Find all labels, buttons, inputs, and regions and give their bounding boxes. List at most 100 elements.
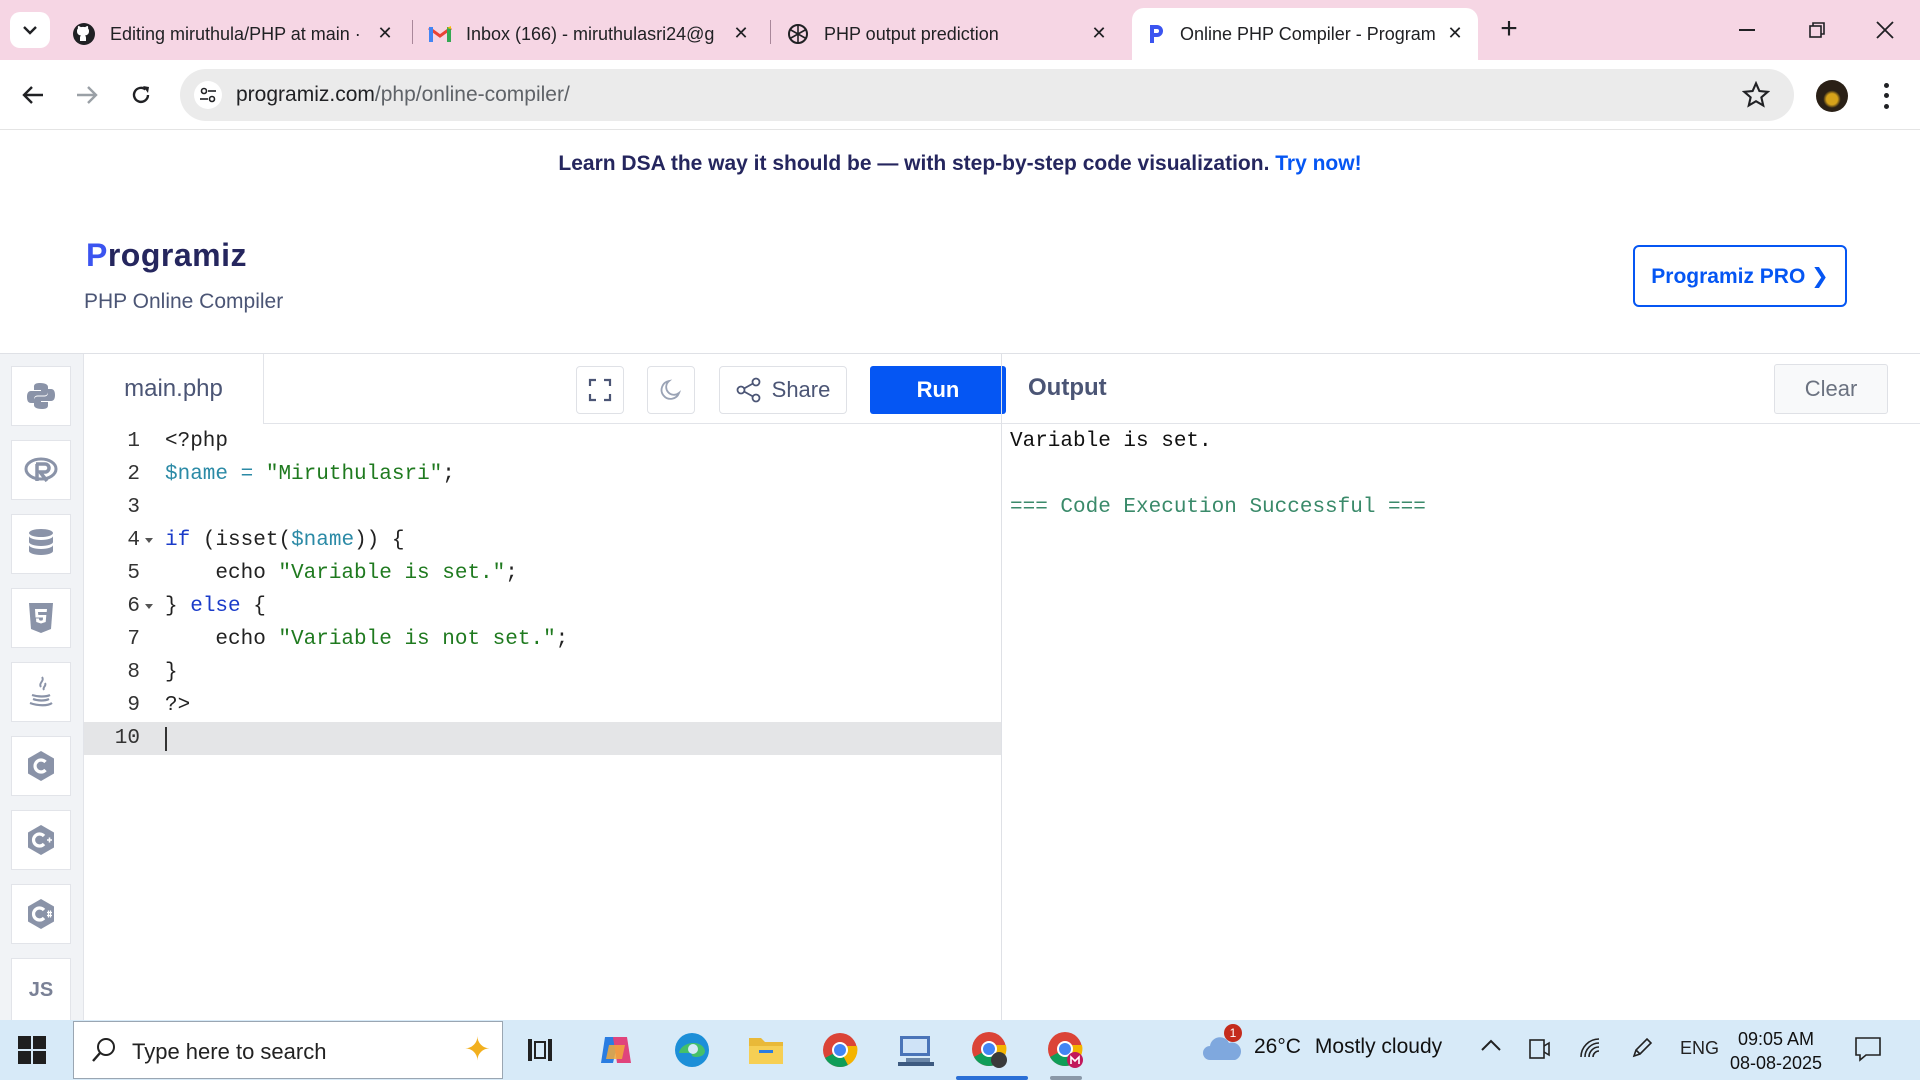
fold-arrow-icon[interactable] bbox=[145, 604, 153, 609]
javascript-icon: JS bbox=[28, 978, 54, 1001]
gmail-icon bbox=[428, 26, 452, 42]
system-clock[interactable]: 09:05 AM 08-08-2025 bbox=[1722, 1027, 1830, 1075]
profile-avatar[interactable] bbox=[1816, 80, 1848, 112]
html5-icon bbox=[29, 603, 53, 633]
c-icon bbox=[28, 751, 54, 781]
html-language-button[interactable] bbox=[11, 588, 71, 648]
file-explorer-button[interactable] bbox=[744, 1028, 788, 1072]
run-button[interactable]: Run bbox=[870, 366, 1006, 414]
database-icon bbox=[29, 529, 53, 555]
code-line: 9 ?> bbox=[84, 689, 1002, 722]
chrome-profile-m-button[interactable] bbox=[1044, 1028, 1088, 1072]
close-tab-icon[interactable]: ✕ bbox=[1088, 22, 1110, 44]
url-text[interactable]: programiz.com/php/online-compiler/ bbox=[236, 83, 570, 107]
taskbar-search[interactable]: Type here to search ✦ bbox=[73, 1021, 503, 1079]
share-icon bbox=[736, 377, 761, 403]
tab-title: Online PHP Compiler - Program bbox=[1180, 23, 1436, 44]
open-app-indicator bbox=[1050, 1076, 1082, 1080]
cpp-language-button[interactable] bbox=[11, 810, 71, 870]
promo-banner: Learn DSA the way it should be — with st… bbox=[0, 131, 1920, 197]
reload-button[interactable] bbox=[122, 76, 160, 114]
csharp-language-button[interactable] bbox=[11, 884, 71, 944]
browser-tab-gmail[interactable]: Inbox (166) - miruthulasri24@g ✕ bbox=[414, 8, 764, 60]
fullscreen-button[interactable] bbox=[576, 366, 624, 414]
code-line: 6 } else { bbox=[84, 590, 1002, 623]
close-tab-icon[interactable]: ✕ bbox=[1444, 22, 1466, 44]
edge-button[interactable] bbox=[670, 1028, 714, 1072]
meet-now-icon[interactable] bbox=[1528, 1036, 1550, 1062]
copilot-icon bbox=[601, 1037, 631, 1063]
code-text: $name = "Miruthulasri"; bbox=[165, 463, 455, 486]
start-button[interactable] bbox=[18, 1036, 46, 1064]
tab-search-button[interactable] bbox=[10, 12, 50, 48]
input-language[interactable]: ENG bbox=[1680, 1038, 1719, 1059]
line-number: 7 bbox=[127, 628, 140, 651]
programiz-icon bbox=[1150, 25, 1163, 43]
output-header: Output Clear bbox=[1002, 354, 1920, 424]
file-tab-main-php[interactable]: main.php bbox=[84, 354, 264, 424]
weather-alert-badge: 1 bbox=[1224, 1024, 1242, 1042]
notification-icon[interactable] bbox=[1854, 1036, 1882, 1062]
programiz-logo[interactable]: Programiz bbox=[86, 237, 247, 274]
code-line: 8 } bbox=[84, 656, 1002, 689]
forward-button[interactable] bbox=[68, 76, 106, 114]
close-tab-icon[interactable]: ✕ bbox=[730, 22, 752, 44]
editor-header: main.php Share Run bbox=[84, 354, 1006, 424]
code-editor[interactable]: 1 <?php 2 $name = "Miruthulasri"; 3 4 if… bbox=[84, 425, 1002, 1021]
close-tab-icon[interactable]: ✕ bbox=[374, 22, 396, 44]
minimize-button[interactable] bbox=[1724, 10, 1770, 50]
weather-widget[interactable]: 1 26°C Mostly cloudy bbox=[1202, 1024, 1442, 1062]
search-placeholder: Type here to search bbox=[132, 1039, 327, 1064]
chrome-button[interactable] bbox=[818, 1028, 862, 1072]
c-language-button[interactable] bbox=[11, 736, 71, 796]
line-number: 3 bbox=[127, 496, 140, 519]
share-button[interactable]: Share bbox=[719, 366, 847, 414]
programiz-pro-button[interactable]: Programiz PRO ❯ bbox=[1633, 245, 1847, 307]
browser-tab-chatgpt[interactable]: PHP output prediction ✕ bbox=[772, 8, 1122, 60]
sql-language-button[interactable] bbox=[11, 514, 71, 574]
dark-mode-button[interactable] bbox=[647, 366, 695, 414]
clock-time: 09:05 AM bbox=[1737, 1029, 1815, 1049]
java-language-button[interactable] bbox=[11, 662, 71, 722]
new-tab-button[interactable]: + bbox=[1492, 14, 1526, 48]
code-line: 3 bbox=[84, 491, 1002, 524]
r-language-button[interactable] bbox=[11, 440, 71, 500]
copilot-button[interactable] bbox=[594, 1028, 638, 1072]
address-bar[interactable]: programiz.com/php/online-compiler/ bbox=[180, 69, 1794, 121]
restore-button[interactable] bbox=[1794, 10, 1840, 50]
windows-taskbar: Type here to search ✦ 1 26°C Mostly clou… bbox=[0, 1020, 1920, 1080]
compiler-app: JS main.php Share Run 1 <?php 2 $name = … bbox=[0, 353, 1920, 1021]
browser-tab-github[interactable]: Editing miruthula/PHP at main · ✕ bbox=[58, 8, 408, 60]
browser-tab-programiz[interactable]: Online PHP Compiler - Program ✕ bbox=[1132, 8, 1478, 60]
clear-button[interactable]: Clear bbox=[1774, 364, 1888, 414]
close-window-button[interactable] bbox=[1862, 10, 1908, 50]
chatgpt-icon bbox=[788, 24, 808, 44]
network-app-button[interactable] bbox=[894, 1028, 938, 1072]
output-title: Output bbox=[1028, 374, 1107, 401]
chrome-profile-button[interactable] bbox=[968, 1028, 1012, 1072]
r-icon bbox=[24, 457, 58, 483]
fold-arrow-icon[interactable] bbox=[145, 538, 153, 543]
browser-menu-button[interactable] bbox=[1874, 80, 1898, 112]
cpp-icon bbox=[28, 825, 54, 855]
copilot-sparkle-icon: ✦ bbox=[464, 1031, 491, 1067]
share-label: Share bbox=[771, 377, 831, 402]
restore-icon bbox=[1809, 22, 1825, 38]
back-button[interactable] bbox=[14, 76, 52, 114]
bookmark-star-icon[interactable] bbox=[1742, 81, 1770, 109]
pen-icon[interactable] bbox=[1630, 1036, 1654, 1060]
code-line-active: 10 bbox=[84, 722, 1002, 755]
url-host: programiz.com bbox=[236, 83, 375, 106]
text-cursor bbox=[165, 727, 167, 751]
try-now-link[interactable]: Try now! bbox=[1275, 152, 1361, 175]
wifi-icon[interactable] bbox=[1578, 1036, 1602, 1060]
python-language-button[interactable] bbox=[11, 366, 71, 426]
javascript-language-button[interactable]: JS bbox=[11, 958, 71, 1021]
task-view-button[interactable] bbox=[518, 1028, 562, 1072]
site-info-icon[interactable] bbox=[194, 81, 222, 109]
task-view-icon bbox=[528, 1039, 552, 1061]
chevron-up-icon[interactable] bbox=[1480, 1038, 1502, 1052]
line-number: 2 bbox=[127, 463, 140, 486]
edge-icon bbox=[675, 1033, 709, 1067]
line-number: 9 bbox=[127, 694, 140, 717]
